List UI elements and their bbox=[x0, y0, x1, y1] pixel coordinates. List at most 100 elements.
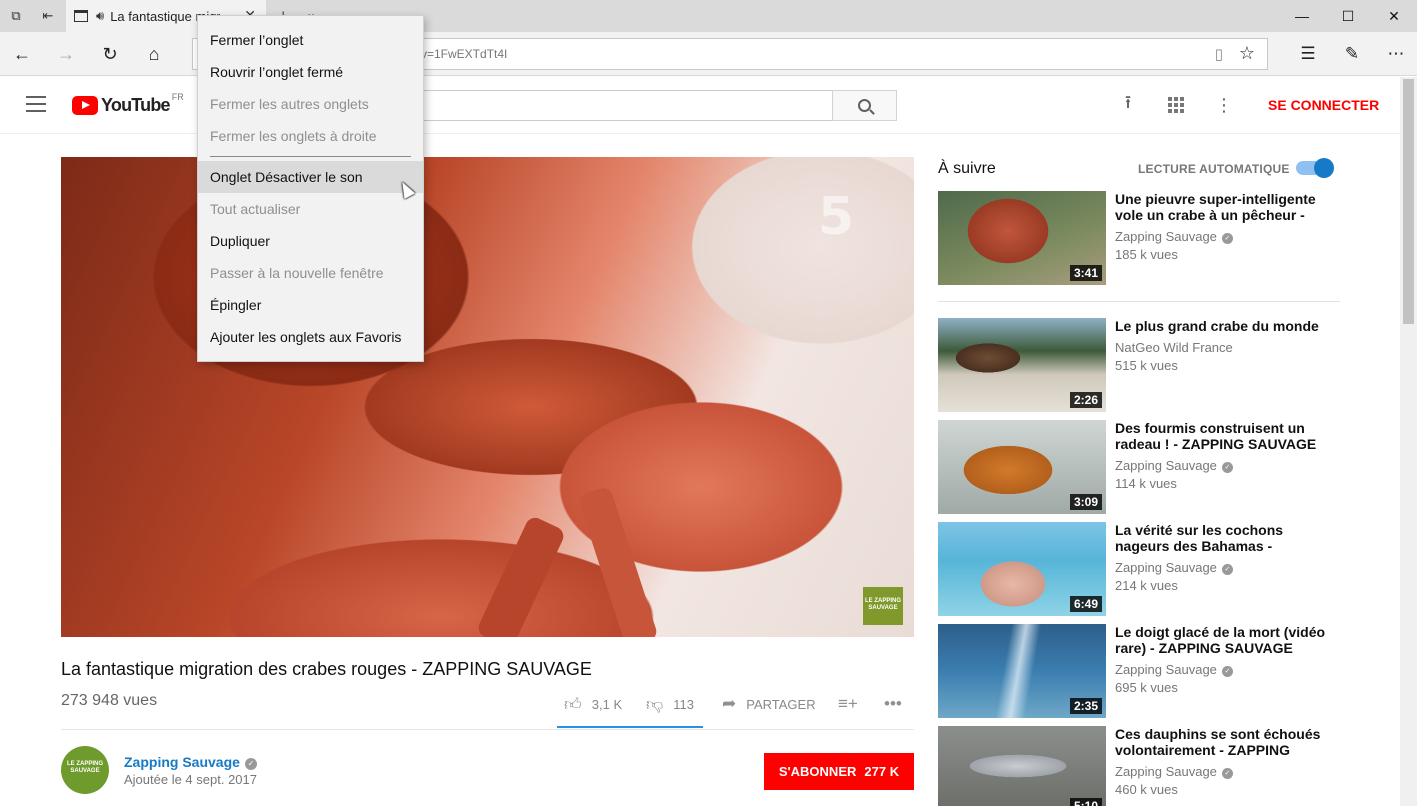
reading-view-icon[interactable]: ▯ bbox=[1215, 45, 1223, 63]
channel-name: Zapping Sauvage ✓ bbox=[1115, 662, 1233, 677]
menu-item-close-tabs-right[interactable]: Fermer les onglets à droite bbox=[198, 120, 423, 152]
video-title: La fantastique migration des crabes roug… bbox=[61, 659, 592, 679]
view-count: 185 k vues bbox=[1115, 247, 1178, 262]
youtube-play-icon bbox=[72, 96, 98, 115]
maximize-button[interactable]: ☐ bbox=[1325, 0, 1371, 32]
share-label: PARTAGER bbox=[746, 696, 816, 712]
channel-avatar[interactable]: LE ZAPPING SAUVAGE bbox=[61, 746, 109, 794]
youtube-logo[interactable]: YouTube FR bbox=[72, 92, 184, 116]
share-button[interactable]: ➦ PARTAGER bbox=[722, 694, 816, 714]
search-icon bbox=[858, 99, 871, 112]
thumbs-up-icon: 👍︎ bbox=[564, 695, 582, 714]
video-title[interactable]: Des fourmis construisent un radeau ! - Z… bbox=[1115, 420, 1330, 452]
menu-item-refresh-all[interactable]: Tout actualiser bbox=[198, 193, 423, 225]
video-title[interactable]: Le doigt glacé de la mort (vidéo rare) -… bbox=[1115, 624, 1330, 656]
video-duration: 3:41 bbox=[1069, 265, 1102, 281]
tab-context-menu: Fermer l’onglet Rouvrir l’onglet fermé F… bbox=[197, 15, 424, 362]
tab-set-aside-icon[interactable]: ⧉ bbox=[0, 0, 32, 32]
channel-name-link[interactable]: Zapping Sauvage ✓ bbox=[124, 754, 257, 770]
page-scrollbar[interactable] bbox=[1400, 77, 1417, 806]
more-icon[interactable]: ⋯ bbox=[1378, 38, 1414, 70]
menu-item-pin[interactable]: Épingler bbox=[198, 289, 423, 321]
subscriber-count: 277 K bbox=[864, 764, 900, 779]
menu-item-mute-tab[interactable]: Onglet Désactiver le son bbox=[198, 161, 423, 193]
favorites-hub-icon[interactable]: ☰ bbox=[1290, 38, 1326, 70]
menu-item-reopen-closed-tab[interactable]: Rouvrir l’onglet fermé bbox=[198, 56, 423, 88]
add-to-playlist-button[interactable]: ≡+ bbox=[838, 694, 868, 714]
logo-wordmark: YouTube bbox=[101, 95, 171, 115]
france5-watermark: 5 bbox=[818, 187, 855, 247]
view-count: 460 k vues bbox=[1115, 782, 1178, 797]
verified-icon: ✓ bbox=[1221, 564, 1233, 575]
video-title[interactable]: Ces dauphins se sont échoués volontairem… bbox=[1115, 726, 1330, 758]
video-thumbnail[interactable]: 5:10 bbox=[938, 726, 1106, 806]
home-icon[interactable]: ⌂ bbox=[138, 38, 170, 70]
autoplay-toggle[interactable] bbox=[1296, 158, 1334, 178]
recommended-video[interactable]: 3:09 Des fourmis construisent un radeau … bbox=[938, 420, 1340, 514]
video-duration: 5:10 bbox=[1069, 798, 1102, 806]
channel-name: Zapping Sauvage ✓ bbox=[1115, 560, 1233, 575]
recommended-video[interactable]: 2:35 Le doigt glacé de la mort (vidéo ra… bbox=[938, 624, 1340, 718]
dislike-count: 113 bbox=[673, 697, 694, 712]
web-note-icon[interactable]: ✎ bbox=[1334, 38, 1370, 70]
video-thumbnail[interactable]: 2:26 bbox=[938, 318, 1106, 412]
video-thumbnail[interactable]: 3:09 bbox=[938, 420, 1106, 514]
dislike-button[interactable]: 👎︎ 113 bbox=[646, 694, 694, 715]
close-window-button[interactable]: ✕ bbox=[1371, 0, 1417, 32]
more-actions-button[interactable]: ••• bbox=[884, 694, 912, 714]
view-count: 114 k vues bbox=[1115, 476, 1177, 491]
menu-item-add-tabs-to-favorites[interactable]: Ajouter les onglets aux Favoris bbox=[198, 321, 423, 353]
audio-playing-icon[interactable]: 🔊︎ bbox=[96, 8, 104, 24]
like-count: 3,1 K bbox=[591, 697, 623, 712]
search-input[interactable] bbox=[400, 90, 833, 121]
zapping-sauvage-corner-logo: LE ZAPPING SAUVAGE bbox=[863, 587, 903, 625]
refresh-icon[interactable]: ↻ bbox=[94, 38, 126, 70]
sign-in-button[interactable]: SE CONNECTER bbox=[1268, 97, 1379, 113]
subscribe-button[interactable]: S'ABONNER 277 K bbox=[764, 753, 914, 790]
verified-icon: ✓ bbox=[1221, 462, 1233, 473]
menu-icon[interactable] bbox=[26, 96, 46, 112]
subscribe-label: S'ABONNER bbox=[778, 764, 857, 779]
like-button[interactable]: 👍︎ 3,1 K bbox=[564, 694, 622, 715]
recommended-video[interactable]: 2:26 Le plus grand crabe du monde NatGeo… bbox=[938, 318, 1340, 412]
back-icon[interactable]: ← bbox=[6, 38, 38, 70]
page-icon bbox=[74, 10, 88, 22]
video-duration: 6:49 bbox=[1069, 596, 1102, 612]
video-duration: 3:09 bbox=[1069, 494, 1102, 510]
recommended-video[interactable]: 5:10 Ces dauphins se sont échoués volont… bbox=[938, 726, 1340, 806]
forward-icon[interactable]: → bbox=[50, 38, 82, 70]
menu-item-move-to-new-window[interactable]: Passer à la nouvelle fenêtre bbox=[198, 257, 423, 289]
menu-item-duplicate[interactable]: Dupliquer bbox=[198, 225, 423, 257]
channel-name: Zapping Sauvage ✓ bbox=[1115, 229, 1233, 244]
settings-more-icon[interactable]: ⋮ bbox=[1212, 93, 1236, 117]
tabs-aside-icon[interactable]: ⇤ bbox=[32, 0, 64, 32]
video-thumbnail[interactable]: 3:41 bbox=[938, 191, 1106, 285]
video-title[interactable]: La vérité sur les cochons nageurs des Ba… bbox=[1115, 522, 1330, 554]
minimize-button[interactable]: — bbox=[1279, 0, 1325, 32]
verified-icon: ✓ bbox=[1221, 768, 1233, 779]
view-count: 273 948 vues bbox=[61, 692, 158, 709]
menu-item-close-other-tabs[interactable]: Fermer les autres onglets bbox=[198, 88, 423, 120]
video-duration: 2:26 bbox=[1069, 392, 1102, 408]
channel-name: Zapping Sauvage ✓ bbox=[1115, 458, 1233, 473]
channel-name: Zapping Sauvage ✓ bbox=[1115, 764, 1233, 779]
scrollbar-thumb[interactable] bbox=[1403, 79, 1414, 324]
video-thumbnail[interactable]: 6:49 bbox=[938, 522, 1106, 616]
video-title[interactable]: Une pieuvre super-intelligente vole un c… bbox=[1115, 191, 1330, 223]
video-thumbnail[interactable]: 2:35 bbox=[938, 624, 1106, 718]
view-count: 214 k vues bbox=[1115, 578, 1178, 593]
favorite-star-icon[interactable]: ☆ bbox=[1239, 43, 1255, 64]
recommended-video[interactable]: 3:41 Une pieuvre super-intelligente vole… bbox=[938, 191, 1340, 285]
recommended-video[interactable]: 6:49 La vérité sur les cochons nageurs d… bbox=[938, 522, 1340, 616]
publish-date: Ajoutée le 4 sept. 2017 bbox=[124, 772, 257, 787]
share-icon: ➦ bbox=[722, 694, 737, 713]
video-player[interactable]: 5 LE ZAPPING SAUVAGE bbox=[61, 157, 914, 637]
menu-item-close-tab[interactable]: Fermer l’onglet bbox=[198, 24, 423, 56]
upload-icon[interactable]: ⭱ bbox=[1116, 92, 1140, 117]
up-next-heading: À suivre bbox=[938, 160, 996, 177]
search-button[interactable] bbox=[832, 90, 897, 121]
thumbs-down-icon: 👎︎ bbox=[646, 695, 664, 714]
apps-icon[interactable] bbox=[1164, 93, 1188, 117]
video-title[interactable]: Le plus grand crabe du monde bbox=[1115, 318, 1330, 334]
channel-name: NatGeo Wild France bbox=[1115, 340, 1233, 355]
